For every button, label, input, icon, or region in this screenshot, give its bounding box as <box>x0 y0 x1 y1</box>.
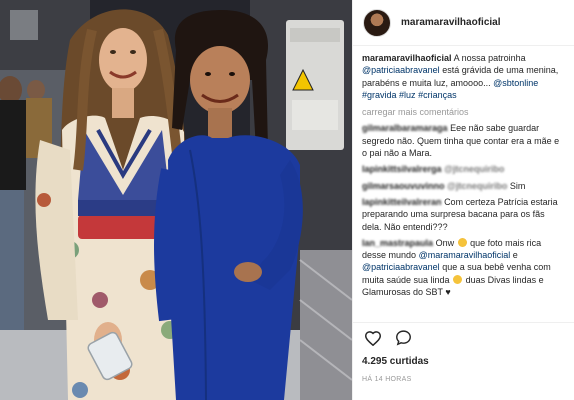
caption-hashtag-2[interactable]: #luz <box>399 90 416 100</box>
caption-mention-2[interactable]: @sbtonline <box>493 78 538 88</box>
photo-illustration <box>0 0 352 400</box>
comment: lan_mastrapaula Onw que foto mais rica d… <box>362 237 565 298</box>
likes-count[interactable]: 4.295 curtidas <box>362 356 429 367</box>
heart-icon[interactable] <box>362 327 384 349</box>
comment-text: Onw <box>435 237 455 248</box>
comment-mention[interactable]: @patriciaabravanel <box>362 262 440 272</box>
caption-username[interactable]: maramaravilhaoficial <box>362 53 452 63</box>
comment: lapinkittsilvalrerga @jtcnequiribo <box>362 163 565 175</box>
post-caption: maramaravilhaoficial A nossa patroinha @… <box>362 52 565 101</box>
black-heart-emoji-icon: ♥ <box>445 287 451 298</box>
author-username[interactable]: maramaravilhaoficial <box>401 17 501 28</box>
comments-section: maramaravilhaoficial A nossa patroinha @… <box>353 52 574 320</box>
caption-mention-1[interactable]: @patriciaabravanel <box>362 65 440 75</box>
post-sidebar: maramaravilhaoficial maramaravilhaoficia… <box>352 0 574 400</box>
comment-text: e <box>512 250 518 261</box>
author-avatar[interactable] <box>363 8 391 37</box>
post-actions <box>353 322 574 352</box>
comment: lapinkitteilvalreran Com certeza Patríci… <box>362 196 565 233</box>
comment-username[interactable]: lan_mastrapaula <box>362 238 433 248</box>
comment: gilmaralbaramaraga Eee não sabe guardar … <box>362 122 565 159</box>
comment-username[interactable]: gilmarsaouvuvinno <box>362 181 445 191</box>
caption-hashtag-1[interactable]: #gravida <box>362 90 397 100</box>
comment-username[interactable]: gilmaralbaramaraga <box>362 123 448 133</box>
comment-mention[interactable]: @jtcnequiribo <box>444 164 504 174</box>
post-timestamp[interactable]: HÁ 14 HORAS <box>362 376 412 383</box>
comment-bubble-icon[interactable] <box>392 327 414 349</box>
comment-username[interactable]: lapinkittsilvalrerga <box>362 164 442 174</box>
load-more-comments-link[interactable]: carregar mais comentários <box>362 106 565 118</box>
comment-text: Sim <box>509 180 526 191</box>
post-header: maramaravilhaoficial <box>353 0 574 46</box>
comment-username[interactable]: lapinkitteilvalreran <box>362 197 442 207</box>
post-photo[interactable] <box>0 0 352 400</box>
caption-text-1: A nossa patroinha <box>453 53 526 63</box>
heart-eyes-emoji-icon <box>457 237 467 247</box>
comment: gilmarsaouvuvinno @jtcnequiribo Sim <box>362 180 565 192</box>
smiling-emoji-icon <box>453 274 463 284</box>
comment-mention[interactable]: @maramaravilhaoficial <box>419 250 511 260</box>
caption-hashtag-3[interactable]: #crianças <box>418 90 457 100</box>
comment-mention[interactable]: @jtcnequiribo <box>447 181 507 191</box>
